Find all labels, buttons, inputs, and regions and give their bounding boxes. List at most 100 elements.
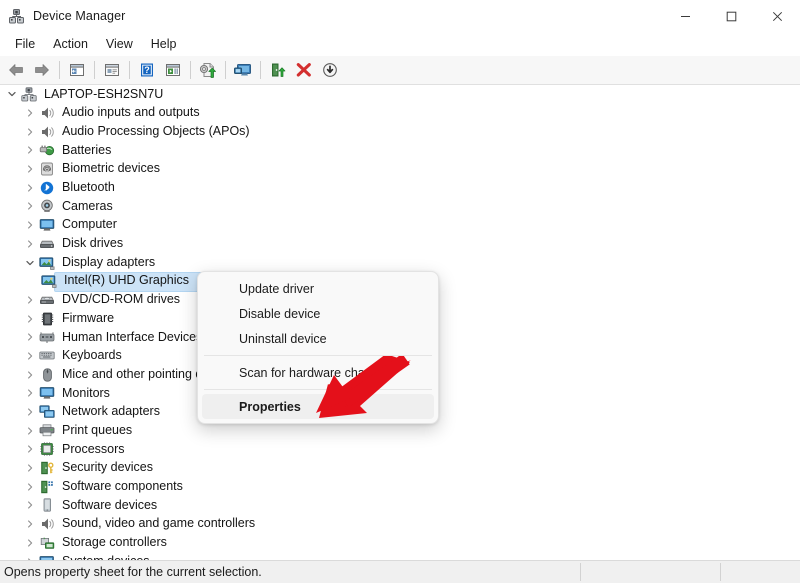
back-icon[interactable] (3, 58, 29, 82)
minimize-button[interactable] (662, 0, 708, 32)
update-driver-icon[interactable] (195, 58, 221, 82)
chevron-right-icon[interactable] (22, 384, 38, 402)
properties-icon[interactable] (99, 58, 125, 82)
tree-item-software-components[interactable]: Software components (0, 477, 800, 496)
tree-root-node[interactable]: LAPTOP-ESH2SN7U (0, 85, 800, 104)
tree-item-label: Software components (62, 479, 183, 494)
chevron-right-icon[interactable] (22, 104, 38, 122)
chevron-right-icon[interactable] (22, 123, 38, 141)
software-device-icon (38, 497, 56, 513)
context-menu-item-uninstall-device[interactable]: Uninstall device (202, 326, 434, 351)
tree-item-label: Cameras (62, 198, 113, 213)
toolbar-separator (94, 61, 95, 79)
tree-item-label: Storage controllers (62, 535, 167, 550)
tree-item-bluetooth[interactable]: Bluetooth (0, 178, 800, 197)
chevron-right-icon[interactable] (22, 459, 38, 477)
chevron-right-icon[interactable] (22, 160, 38, 178)
chevron-right-icon[interactable] (22, 310, 38, 328)
tree-item-print-queues[interactable]: Print queues (0, 421, 800, 440)
tree-item-storage-controllers[interactable]: Storage controllers (0, 534, 800, 553)
processor-icon (38, 441, 56, 457)
fingerprint-icon (38, 161, 56, 177)
context-menu[interactable]: Update driver Disable device Uninstall d… (197, 271, 439, 424)
tree-item-software-devices[interactable]: Software devices (0, 496, 800, 515)
disable-device-icon[interactable] (317, 58, 343, 82)
tree-item-label: Human Interface Devices (62, 329, 203, 344)
tree-item-label: Print queues (62, 422, 133, 437)
tree-item-computer[interactable]: Computer (0, 216, 800, 235)
tree-item-label: Audio inputs and outputs (62, 105, 200, 120)
tree-item-display-adapters[interactable]: Display adapters (0, 253, 800, 272)
context-menu-item-properties[interactable]: Properties (202, 394, 434, 419)
close-button[interactable] (754, 0, 800, 32)
enable-device-icon[interactable] (265, 58, 291, 82)
chevron-right-icon[interactable] (22, 534, 38, 552)
chevron-right-icon[interactable] (22, 496, 38, 514)
tree-item-processors[interactable]: Processors (0, 440, 800, 459)
chevron-right-icon[interactable] (22, 216, 38, 234)
chevron-right-icon[interactable] (22, 422, 38, 440)
disk-drive-icon (38, 236, 56, 252)
storage-controller-icon (38, 535, 56, 551)
tree-item-label: Software devices (62, 497, 158, 512)
chevron-right-icon[interactable] (22, 141, 38, 159)
chevron-right-icon[interactable] (22, 328, 38, 346)
chevron-right-icon[interactable] (22, 440, 38, 458)
show-hide-console-tree-icon[interactable] (64, 58, 90, 82)
tree-item-label: Display adapters (62, 254, 156, 269)
chevron-right-icon[interactable] (22, 347, 38, 365)
scan-for-hardware-changes-icon[interactable] (230, 58, 256, 82)
title-bar: Device Manager (0, 0, 800, 32)
menu-help[interactable]: Help (142, 35, 186, 53)
chevron-right-icon[interactable] (22, 366, 38, 384)
chevron-down-icon[interactable] (22, 254, 38, 272)
context-menu-item-update-driver[interactable]: Update driver (202, 276, 434, 301)
mouse-icon (38, 367, 56, 383)
tree-item-security-devices[interactable]: Security devices (0, 459, 800, 478)
context-menu-item-scan-for-hardware-changes[interactable]: Scan for hardware changes (202, 360, 434, 385)
tree-item-cameras[interactable]: Cameras (0, 197, 800, 216)
maximize-button[interactable] (708, 0, 754, 32)
status-bar: Opens property sheet for the current sel… (0, 560, 800, 583)
tree-item-biometric-devices[interactable]: Biometric devices (0, 160, 800, 179)
chevron-right-icon[interactable] (22, 291, 38, 309)
tree-item-label: Keyboards (62, 348, 122, 363)
chevron-right-icon[interactable] (22, 403, 38, 421)
tree-item-label: Bluetooth (62, 180, 115, 195)
menu-file[interactable]: File (6, 35, 44, 53)
toolbar-separator (260, 61, 261, 79)
status-bar-divider (580, 563, 581, 581)
menu-bar: File Action View Help (0, 32, 800, 56)
tree-item-sound-video-and-game-controllers[interactable]: Sound, video and game controllers (0, 515, 800, 534)
uninstall-device-icon[interactable] (291, 58, 317, 82)
tree-item-audio-inputs-and-outputs[interactable]: Audio inputs and outputs (0, 104, 800, 123)
forward-icon[interactable] (29, 58, 55, 82)
context-menu-separator (204, 355, 432, 356)
tree-item-audio-processing-objects[interactable]: Audio Processing Objects (APOs) (0, 122, 800, 141)
toolbar-separator (59, 61, 60, 79)
tree-item-label: Intel(R) UHD Graphics (64, 273, 190, 288)
camera-icon (38, 198, 56, 214)
show-hide-action-pane-icon[interactable] (160, 58, 186, 82)
chevron-down-icon[interactable] (4, 85, 20, 103)
chevron-right-icon[interactable] (22, 515, 38, 533)
context-menu-item-disable-device[interactable]: Disable device (202, 301, 434, 326)
toolbar: ? (0, 56, 800, 85)
bluetooth-icon (38, 180, 56, 196)
display-adapter-icon (38, 255, 56, 271)
computer-node-icon (20, 86, 38, 102)
tree-item-label: Security devices (62, 460, 154, 475)
toolbar-separator (190, 61, 191, 79)
tree-item-label: Audio Processing Objects (APOs) (62, 123, 250, 138)
menu-view[interactable]: View (97, 35, 142, 53)
menu-action[interactable]: Action (44, 35, 97, 53)
chevron-right-icon[interactable] (22, 478, 38, 496)
chevron-right-icon[interactable] (22, 235, 38, 253)
speaker-icon (38, 124, 56, 140)
monitor-icon (38, 217, 56, 233)
tree-item-batteries[interactable]: Batteries (0, 141, 800, 160)
chevron-right-icon[interactable] (22, 179, 38, 197)
tree-item-disk-drives[interactable]: Disk drives (0, 235, 800, 254)
chevron-right-icon[interactable] (22, 197, 38, 215)
help-icon[interactable]: ? (134, 58, 160, 82)
